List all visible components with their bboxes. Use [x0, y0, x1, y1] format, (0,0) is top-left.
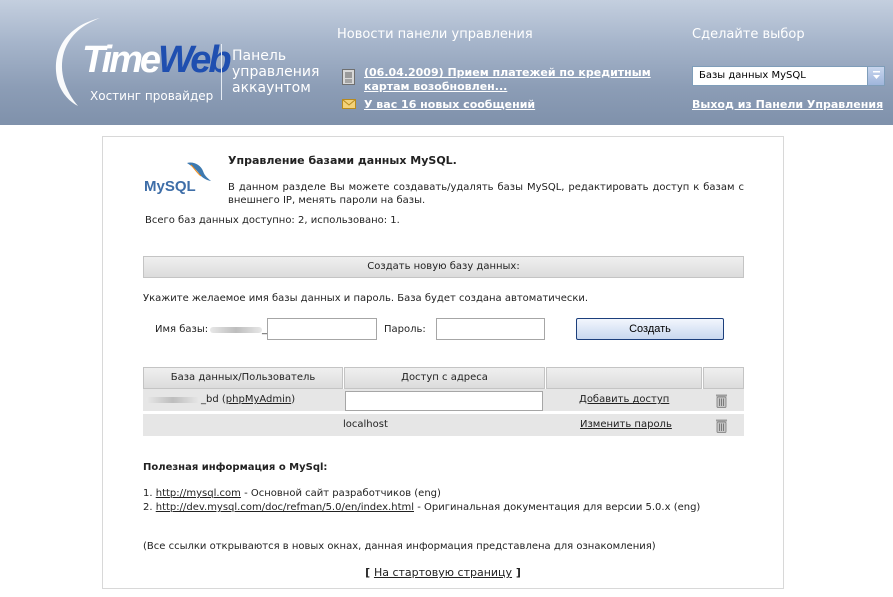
section-description: В данном разделе Вы можете создавать/уда… — [228, 182, 744, 206]
page-title: Управление базами данных MySQL. — [228, 154, 457, 167]
home-bracket-close: ] — [512, 566, 521, 579]
logout-link[interactable]: Выход из Панели Управления — [692, 98, 883, 111]
select-dropdown-button[interactable] — [867, 67, 884, 85]
password-label: Пароль: — [384, 324, 426, 335]
useful-link-item: 2. http://dev.mysql.com/doc/refman/5.0/e… — [143, 502, 700, 513]
messages-link[interactable]: У вас 16 новых сообщений — [364, 98, 535, 111]
news-title: Новости панели управления — [337, 27, 533, 42]
access-address-input[interactable] — [345, 391, 543, 411]
db-name-text: _bd ( — [201, 394, 226, 405]
host-cell: localhost — [343, 419, 388, 430]
section-select-value: Базы данных MySQL — [699, 70, 806, 81]
db-name-cell: _bd (phpMyAdmin) — [201, 394, 295, 405]
logo-wordmark[interactable]: TimeWeb — [82, 39, 232, 81]
home-nav: [ На стартовую страницу ] — [103, 566, 783, 579]
chevron-down-icon — [873, 71, 880, 79]
table-row: _bd (phpMyAdmin) Добавить доступ — [143, 389, 744, 411]
column-header-db-user: База данных/Пользователь — [143, 367, 343, 389]
useful-item-number: 1. — [143, 488, 156, 499]
trash-icon[interactable] — [715, 393, 728, 408]
phpmyadmin-link[interactable]: phpMyAdmin — [226, 394, 291, 405]
home-link[interactable]: На стартовую страницу — [374, 566, 512, 579]
db-count-text: Всего баз данных доступно: 2, использова… — [145, 215, 400, 226]
logo-web-text: Web — [158, 39, 232, 81]
header-bar: TimeWeb Хостинг провайдер Панель управле… — [0, 0, 893, 125]
news-link[interactable]: (06.04.2009) Прием платежей по кредитным… — [364, 66, 684, 94]
panel-title: Панель управления аккаунтом — [232, 48, 320, 96]
envelope-icon — [342, 99, 356, 109]
document-icon — [342, 69, 355, 85]
change-password-link[interactable]: Изменить пароль — [580, 419, 672, 430]
redacted-account-prefix — [210, 327, 262, 333]
useful-info-title: Полезная информация о MySql: — [143, 462, 328, 473]
column-header-actions — [546, 367, 702, 389]
db-name-input[interactable] — [267, 318, 377, 340]
create-hint: Укажите желаемое имя базы данных и парол… — [143, 293, 589, 304]
mysql-logo-icon: MySQL — [144, 162, 211, 195]
create-db-header: Создать новую базу данных: — [143, 256, 744, 278]
choose-title: Сделайте выбор — [692, 27, 805, 42]
useful-item-desc: - Основной сайт разработчиков (eng) — [240, 488, 441, 499]
logo-subtitle: Хостинг провайдер — [90, 89, 214, 103]
useful-item-number: 2. — [143, 502, 156, 513]
create-db-button[interactable]: Создать — [576, 318, 724, 340]
db-name-close: ) — [291, 394, 296, 405]
links-note: (Все ссылки открываются в новых окнах, д… — [143, 541, 656, 552]
password-input[interactable] — [436, 318, 545, 340]
mysql-site-link[interactable]: http://mysql.com — [156, 488, 241, 499]
column-header-access: Доступ с адреса — [344, 367, 545, 389]
home-bracket-open: [ — [365, 566, 374, 579]
redacted-db-prefix — [146, 397, 200, 403]
column-header-delete — [703, 367, 744, 389]
trash-icon[interactable] — [715, 418, 728, 433]
section-select[interactable]: Базы данных MySQL — [692, 66, 885, 86]
main-content: MySQL Управление базами данных MySQL. В … — [102, 136, 784, 589]
db-name-label: Имя базы: — [155, 324, 209, 335]
useful-item-desc: - Оригинальная документация для версии 5… — [414, 502, 701, 513]
add-access-link[interactable]: Добавить доступ — [579, 394, 669, 405]
mysql-docs-link[interactable]: http://dev.mysql.com/doc/refman/5.0/en/i… — [156, 502, 414, 513]
logo-time-text: Time — [82, 39, 161, 81]
table-row: localhost Изменить пароль — [143, 414, 744, 436]
mysql-logo-text: MySQL — [144, 178, 196, 195]
useful-link-item: 1. http://mysql.com - Основной сайт разр… — [143, 488, 441, 499]
logo-divider — [221, 44, 222, 100]
